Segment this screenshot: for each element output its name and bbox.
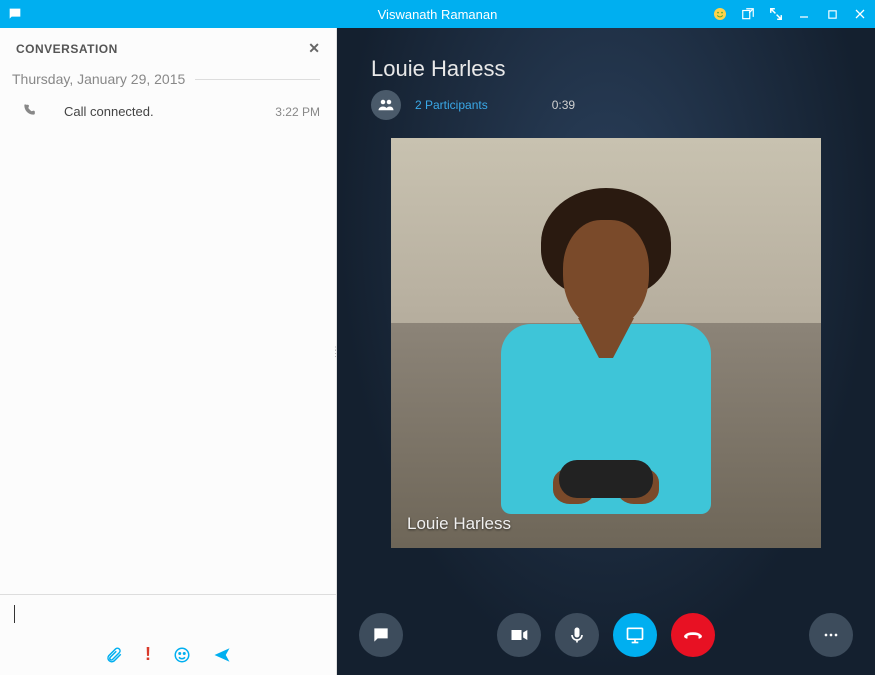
conversation-close-button[interactable]: ✕: [308, 40, 320, 57]
phone-icon: [22, 103, 36, 120]
titlebar: Viswanath Ramanan: [0, 0, 875, 28]
microphone-button[interactable]: [555, 613, 599, 657]
conversation-panel: CONVERSATION ✕ Thursday, January 29, 201…: [0, 28, 337, 675]
fullscreen-icon[interactable]: [767, 5, 785, 23]
call-meta-row: 2 Participants 0:39: [371, 90, 875, 120]
send-button[interactable]: [213, 644, 231, 665]
text-cursor: [14, 605, 15, 623]
conversation-entry: Call connected. 3:22 PM: [0, 93, 336, 130]
more-button[interactable]: [809, 613, 853, 657]
participants-icon[interactable]: [371, 90, 401, 120]
priority-button[interactable]: !: [145, 644, 151, 665]
im-button[interactable]: [359, 613, 403, 657]
main-area: CONVERSATION ✕ Thursday, January 29, 201…: [0, 28, 875, 675]
conversation-input-area: !: [0, 594, 336, 675]
call-contact-name: Louie Harless: [371, 56, 875, 82]
close-icon[interactable]: [851, 5, 869, 23]
emoji-button[interactable]: [173, 644, 191, 665]
divider: [195, 79, 320, 80]
popout-icon[interactable]: [739, 5, 757, 23]
video-camera-button[interactable]: [497, 613, 541, 657]
video-caption: Louie Harless: [407, 514, 511, 534]
message-toolbar: !: [0, 636, 336, 675]
maximize-icon[interactable]: [823, 5, 841, 23]
conversation-date: Thursday, January 29, 2015: [12, 71, 185, 87]
call-timer: 0:39: [552, 98, 575, 112]
video-person: [491, 188, 721, 548]
conversation-entry-text: Call connected.: [64, 104, 154, 119]
titlebar-controls: [711, 5, 869, 23]
hangup-button[interactable]: [671, 613, 715, 657]
call-header: Louie Harless 2 Participants 0:39: [337, 28, 875, 120]
message-input[interactable]: [0, 594, 336, 636]
app-chat-icon: [6, 5, 24, 23]
conversation-entry-time: 3:22 PM: [275, 105, 320, 119]
call-controls: [337, 613, 875, 657]
conversation-header: CONVERSATION ✕: [0, 28, 336, 65]
video-frame[interactable]: Louie Harless: [391, 138, 821, 548]
present-screen-button[interactable]: [613, 613, 657, 657]
call-panel: Louie Harless 2 Participants 0:39: [337, 28, 875, 675]
minimize-icon[interactable]: [795, 5, 813, 23]
participants-link[interactable]: 2 Participants: [415, 98, 488, 112]
emoji-icon[interactable]: [711, 5, 729, 23]
attachment-button[interactable]: [105, 644, 123, 665]
conversation-date-row: Thursday, January 29, 2015: [0, 65, 336, 93]
conversation-header-title: CONVERSATION: [16, 42, 118, 56]
call-controls-center: [497, 613, 715, 657]
